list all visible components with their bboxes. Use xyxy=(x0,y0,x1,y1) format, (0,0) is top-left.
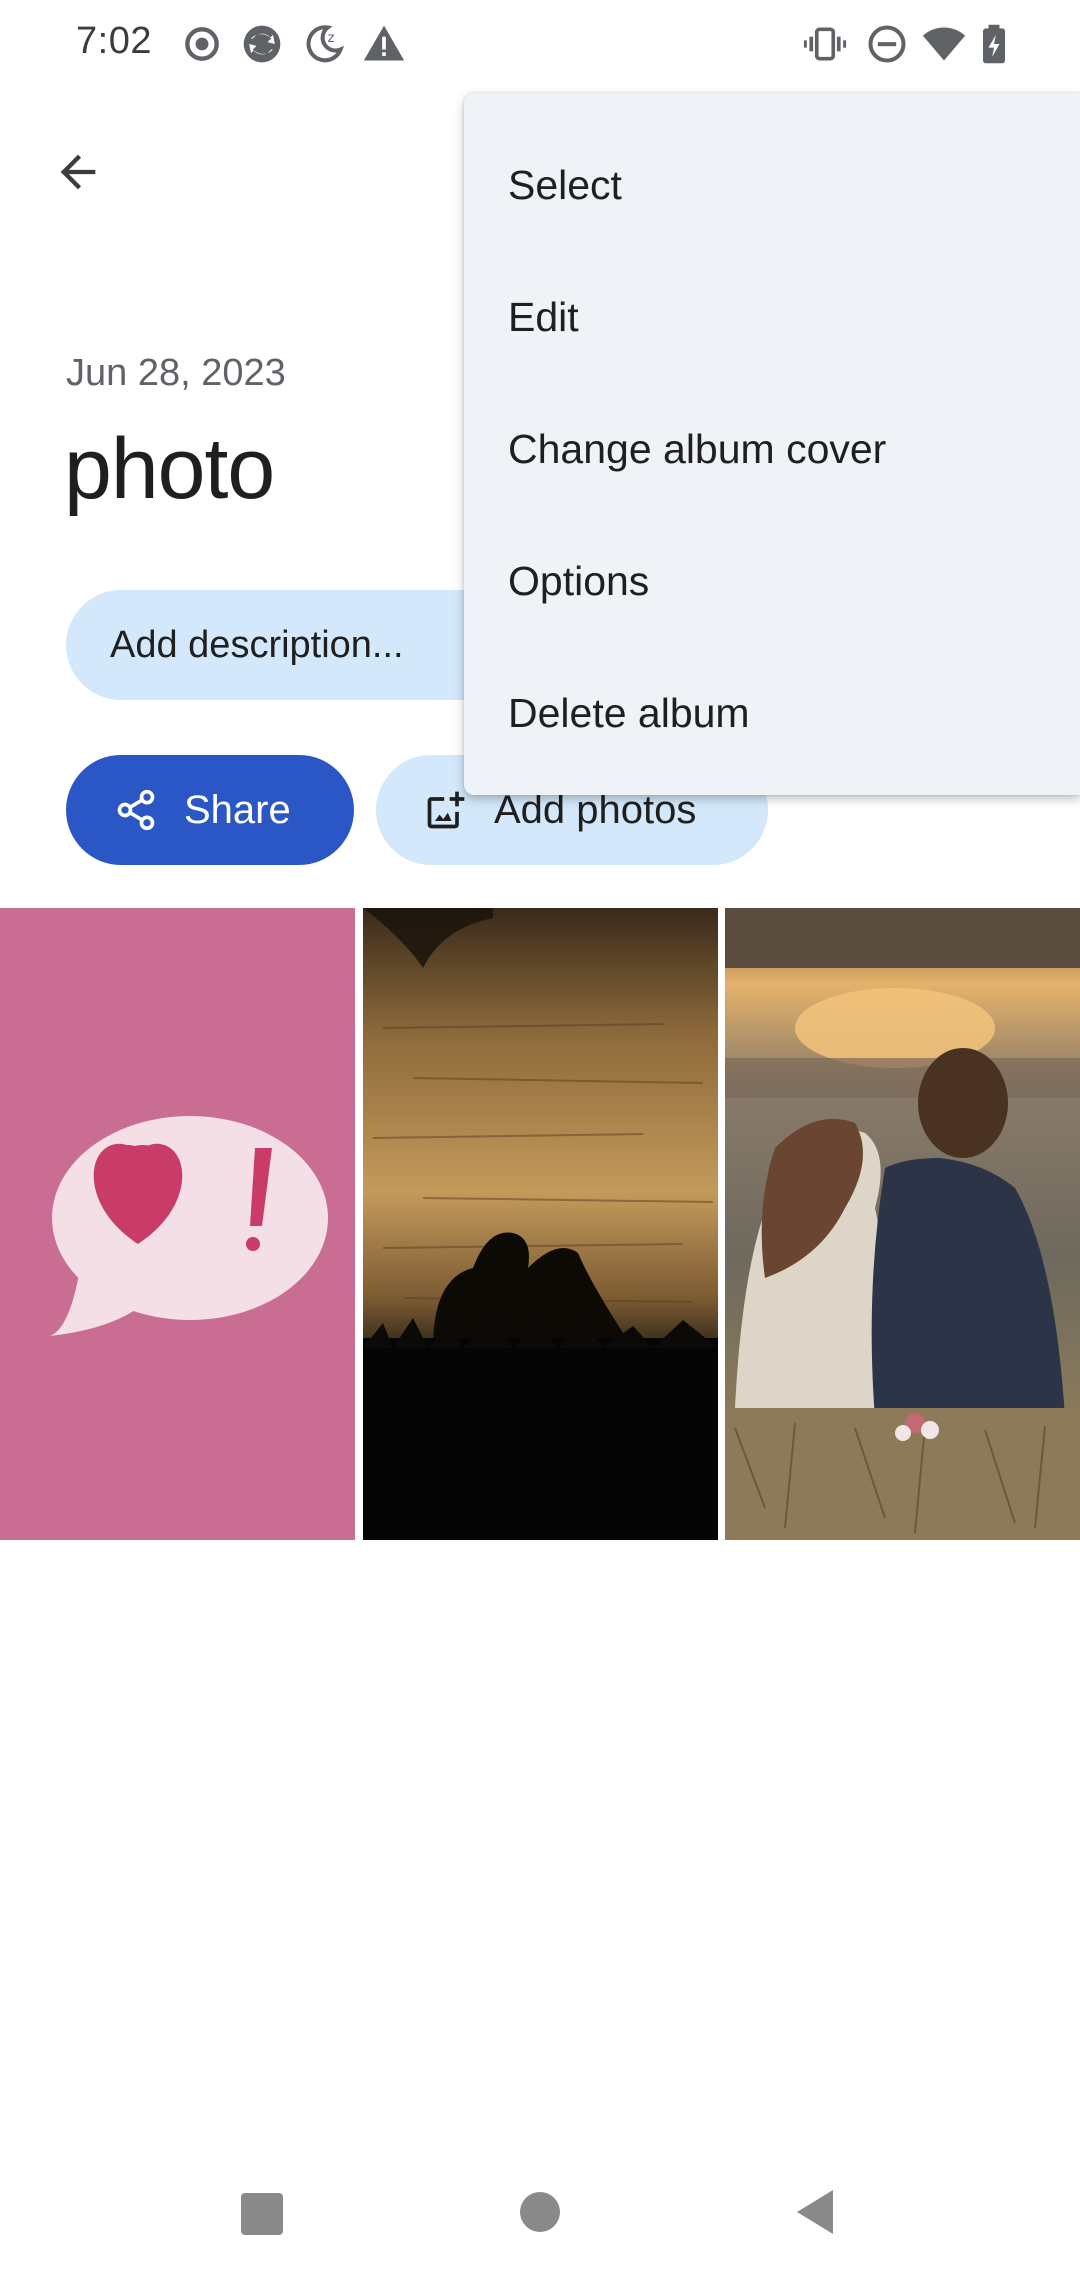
wifi-icon xyxy=(922,27,966,61)
photo-couple-silhouette-lake[interactable] xyxy=(363,908,718,1540)
do-not-disturb-moon-icon: z xyxy=(306,25,345,63)
back-triangle-icon[interactable] xyxy=(793,2188,837,2236)
overflow-menu: Select Edit Change album cover Options D… xyxy=(464,93,1080,795)
record-icon xyxy=(185,27,219,61)
menu-item-label: Change album cover xyxy=(508,425,887,472)
speech-bubble-heart-image xyxy=(50,1116,328,1336)
couple-silhouette-image xyxy=(363,908,718,1540)
recents-square-icon[interactable] xyxy=(239,2191,285,2237)
svg-text:z: z xyxy=(328,31,335,46)
dnd-icon xyxy=(868,25,906,63)
menu-item-edit[interactable]: Edit xyxy=(464,251,1080,383)
status-time: 7:02 xyxy=(76,20,152,62)
share-button[interactable]: Share xyxy=(66,755,354,865)
album-date: Jun 28, 2023 xyxy=(66,352,286,394)
sync-icon xyxy=(243,25,281,63)
menu-item-options[interactable]: Options xyxy=(464,515,1080,647)
add-photo-icon xyxy=(427,791,465,829)
battery-charging-icon xyxy=(983,24,1005,64)
navigation-bar xyxy=(0,2140,1080,2280)
share-icon xyxy=(117,789,155,831)
menu-item-label: Delete album xyxy=(508,689,750,736)
menu-item-label: Select xyxy=(508,161,622,208)
couple-sunset-image xyxy=(725,908,1080,1540)
photo-love-speech-bubble[interactable] xyxy=(0,908,355,1540)
warning-icon xyxy=(363,25,405,61)
menu-item-delete-album[interactable]: Delete album xyxy=(464,647,1080,779)
album-title[interactable]: photo xyxy=(64,420,275,519)
menu-item-select[interactable]: Select xyxy=(464,119,1080,251)
arrow-back-icon xyxy=(60,154,96,190)
back-button[interactable] xyxy=(38,132,118,212)
share-label: Share xyxy=(184,787,291,832)
menu-item-label: Options xyxy=(508,557,650,604)
home-circle-icon[interactable] xyxy=(519,2191,561,2233)
menu-item-label: Edit xyxy=(508,293,579,340)
menu-item-change-album-cover[interactable]: Change album cover xyxy=(464,383,1080,515)
vibrate-icon xyxy=(803,27,847,61)
photo-couple-sunset[interactable] xyxy=(725,908,1080,1540)
status-bar: 7:02 z xyxy=(0,0,1080,88)
add-description-label: Add description... xyxy=(110,623,404,666)
